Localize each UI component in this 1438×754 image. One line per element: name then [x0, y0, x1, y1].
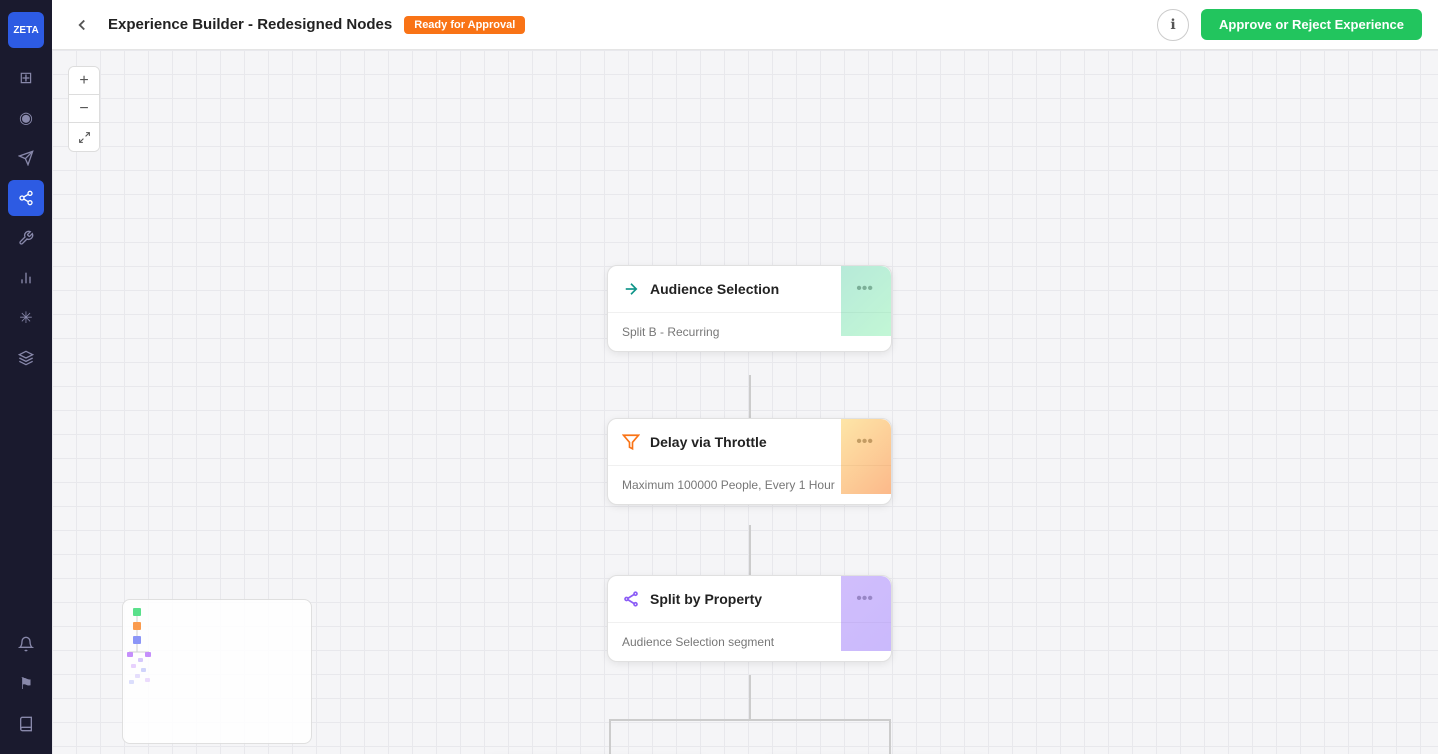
sidebar-item-sparkle[interactable]: ✳ — [8, 300, 44, 336]
sidebar-logo: ZETA — [8, 12, 44, 48]
header: Experience Builder - Redesigned Nodes Re… — [52, 0, 1438, 50]
audience-node-title: Audience Selection — [650, 281, 842, 297]
branch-h-line — [610, 719, 890, 721]
sidebar-item-chart[interactable] — [8, 260, 44, 296]
status-badge: Ready for Approval — [404, 16, 525, 34]
connector-right — [889, 719, 891, 754]
sidebar-item-grid[interactable]: ⊞ — [8, 60, 44, 96]
split-property-node: Split by Property ••• Audience Selection… — [607, 575, 892, 662]
split-node-title: Split by Property — [650, 591, 842, 607]
sidebar: ZETA ⊞ ◉ ✳ ⚑ — [0, 0, 52, 754]
sidebar-item-puzzle[interactable] — [8, 220, 44, 256]
minimap-inner — [123, 600, 311, 743]
connector-2 — [749, 525, 751, 580]
sidebar-item-flow[interactable] — [8, 180, 44, 216]
zoom-fit-button[interactable] — [69, 123, 99, 151]
sidebar-item-flag[interactable]: ⚑ — [8, 666, 44, 702]
audience-selection-node: Audience Selection ••• Split B - Recurri… — [607, 265, 892, 352]
info-button[interactable]: ℹ — [1157, 9, 1189, 41]
canvas[interactable]: + − — [52, 50, 1438, 754]
minimap[interactable] — [122, 599, 312, 744]
split-icon — [622, 590, 640, 608]
delay-throttle-node: Delay via Throttle ••• Maximum 100000 Pe… — [607, 418, 892, 505]
zoom-in-button[interactable]: + — [69, 67, 99, 95]
page-title: Experience Builder - Redesigned Nodes — [108, 16, 392, 33]
approve-reject-button[interactable]: Approve or Reject Experience — [1201, 9, 1422, 40]
zoom-out-button[interactable]: − — [69, 95, 99, 123]
delay-node-title: Delay via Throttle — [650, 434, 842, 450]
sidebar-item-send[interactable] — [8, 140, 44, 176]
sidebar-item-layers[interactable] — [8, 340, 44, 376]
split-node-subtitle: Audience Selection segment — [622, 635, 877, 649]
connector-3 — [749, 675, 751, 720]
sidebar-item-bell[interactable] — [8, 626, 44, 662]
connector-left — [609, 719, 611, 754]
zoom-controls: + − — [68, 66, 100, 152]
audience-node-subtitle: Split B - Recurring — [622, 325, 877, 339]
sidebar-item-compass[interactable]: ◉ — [8, 100, 44, 136]
throttle-icon — [622, 433, 640, 451]
sidebar-item-book[interactable] — [8, 706, 44, 742]
back-button[interactable] — [68, 11, 96, 39]
main-content: Experience Builder - Redesigned Nodes Re… — [52, 0, 1438, 754]
delay-node-subtitle: Maximum 100000 People, Every 1 Hour — [622, 478, 877, 492]
audience-icon — [622, 280, 640, 298]
